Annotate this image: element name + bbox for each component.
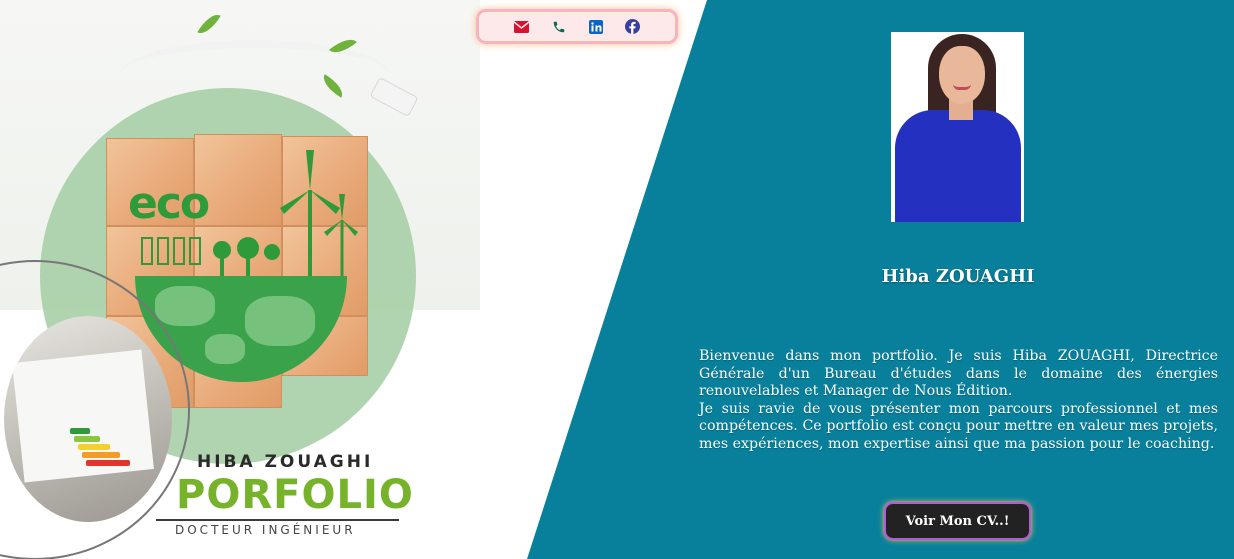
bio-paragraph: Bienvenue dans mon portfolio. Je suis Hi… xyxy=(699,348,1218,399)
divider xyxy=(156,519,399,521)
phone-icon[interactable] xyxy=(551,19,566,34)
hero-artwork: eco HIBA ZOUAGHI PORFOLIO DOCTEUR INGÉNI… xyxy=(0,0,560,559)
battery-trees-icon xyxy=(141,237,280,276)
eco-logo: eco xyxy=(128,178,210,229)
brand-title: PORFOLIO xyxy=(176,472,414,518)
bio-text: Bienvenue dans mon portfolio. Je suis Hi… xyxy=(699,348,1218,453)
brand-subtitle: DOCTEUR INGÉNIEUR xyxy=(175,523,356,537)
work-photo xyxy=(4,316,172,522)
profile-name: Hiba ZOUAGHI xyxy=(881,266,1035,287)
brand-name: HIBA ZOUAGHI xyxy=(197,452,374,472)
bio-paragraph: Je suis ravie de vous présenter mon parc… xyxy=(699,400,1218,452)
profile-photo xyxy=(891,32,1024,222)
wind-turbine-icon xyxy=(280,150,358,278)
linkedin-icon[interactable] xyxy=(588,19,603,34)
envelope-icon[interactable] xyxy=(514,19,529,34)
facebook-icon[interactable] xyxy=(625,19,640,34)
contact-bar xyxy=(476,9,678,44)
view-cv-button[interactable]: Voir Mon CV..! xyxy=(884,502,1031,540)
